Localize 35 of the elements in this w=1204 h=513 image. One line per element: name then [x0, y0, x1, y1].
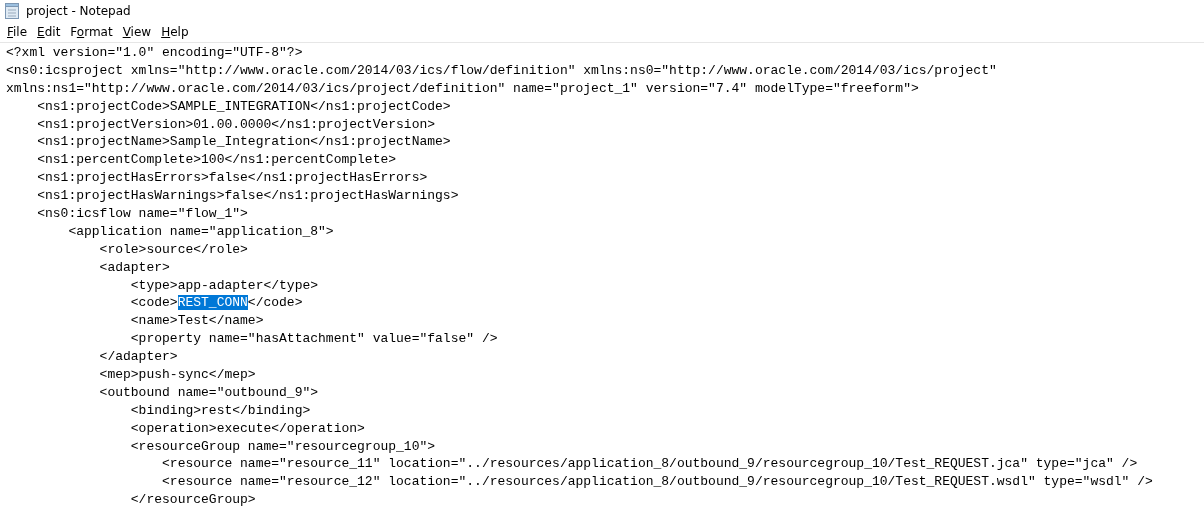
code-line: <resource name="resource_11" location="../resources/application_8/outbound_9/resourcegroup_10/Test_REQUEST.jca" type="jca" />	[161, 456, 1138, 472]
code-line: <ns1:percentComplete>100</ns1:percentComplete>	[36, 152, 397, 168]
code-line: <resourceGroup name="resourcegroup_10">	[129, 438, 436, 454]
menu-item[interactable]: File	[2, 22, 33, 42]
code-line: </adapter>	[98, 349, 178, 365]
code-line: <ns1:projectHasErrors>false</ns1:projectHasErrors>	[36, 170, 428, 186]
code-line: <application name="application_8">	[67, 223, 334, 239]
code-line: <adapter>	[98, 259, 170, 275]
code-line: <ns1:projectVersion>01.00.0000</ns1:projectVersion>	[36, 116, 436, 132]
code-line: <ns1:projectHasWarnings>false</ns1:projectHasWarnings>	[36, 188, 459, 204]
code-line: <ns0:icsflow name="flow_1">	[36, 206, 248, 221]
menu-item[interactable]: Format	[65, 22, 118, 42]
code-line: <ns1:projectCode>SAMPLE_INTEGRATION</ns1:projectCode>	[36, 98, 451, 114]
window-title: project - Notepad	[26, 4, 131, 18]
menu-item[interactable]: Edit	[32, 22, 66, 42]
code-line: </code>	[247, 295, 303, 311]
code-line: <mep>push-sync</mep>	[98, 367, 256, 383]
code-line: </resourceGroup>	[129, 492, 256, 508]
menu-item[interactable]: Help	[156, 22, 194, 42]
code-line: <resource name="resource_12" location="../resources/application_8/outbound_9/resourcegroup_10/Test_REQUEST.wsdl" type="wsdl" />	[161, 474, 1153, 490]
menu-item[interactable]: View	[117, 22, 157, 42]
code-line: <binding>rest</binding>	[129, 402, 311, 418]
code-line: <property name="hasAttachment" value="false" />	[129, 331, 498, 347]
code-line: <outbound name="outbound_9">	[98, 384, 319, 400]
code-line: <role>source</role>	[98, 241, 248, 257]
code-line: <code>	[129, 295, 178, 311]
code-line: <?xml version="1.0" encoding="UTF-8"?>	[6, 45, 303, 60]
code-line: <operation>execute</operation>	[129, 420, 365, 436]
selected-text: REST_CONN	[177, 295, 248, 311]
notepad-icon	[5, 3, 19, 19]
code-line: xmlns:ns1="http://www.oracle.com/2014/03/ics/project/definition" name="project_1" version="7.4" modelType="freeform">	[6, 80, 919, 96]
code-line: <type>app-adapter</type>	[129, 277, 319, 293]
code-line: <name>Test</name>	[129, 313, 264, 329]
code-line: <ns0:icsproject xmlns="http://www.oracle.com/2014/03/ics/flow/definition" xmlns:ns0="http://www.oracle.com/2014/03/ics/project"	[6, 62, 997, 78]
code-line: <ns1:projectName>Sample_Integration</ns1:projectName>	[36, 134, 451, 150]
